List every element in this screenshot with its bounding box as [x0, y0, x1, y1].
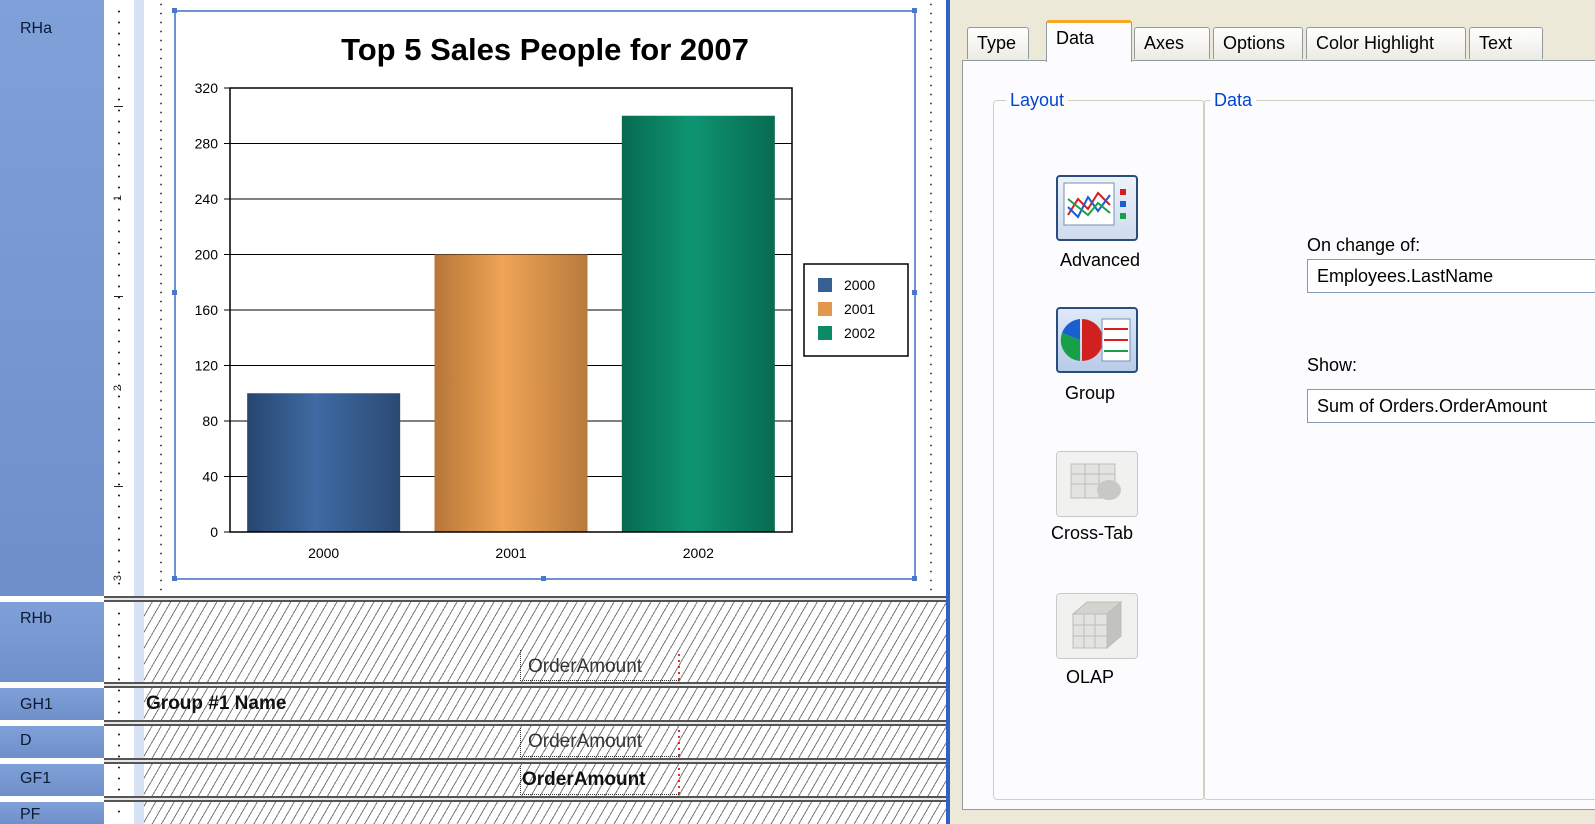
field-marker [678, 728, 680, 756]
bar-2000 [247, 393, 401, 532]
legend-swatch [818, 326, 832, 340]
guide-line [160, 0, 162, 596]
section-label: GH1 [20, 696, 53, 713]
section-pf-gutter[interactable]: PF [0, 802, 104, 824]
legend-label: 2000 [844, 277, 875, 293]
order-amount-total-field[interactable]: OrderAmount [522, 769, 646, 791]
advanced-label: Advanced [1059, 250, 1141, 270]
x-tick-label: 2001 [495, 545, 526, 561]
show-field[interactable]: Sum of Orders.OrderAmount [1307, 389, 1595, 423]
layout-group-title: Layout [1006, 90, 1069, 111]
advanced-layout-button[interactable] [1056, 175, 1138, 241]
ruler-tick [114, 296, 123, 297]
legend-label: 2001 [844, 301, 875, 317]
ruler-dots [118, 608, 120, 818]
data-group: Data On change of: Employees.LastName Sh… [1203, 90, 1595, 800]
on-change-of-field[interactable]: Employees.LastName [1307, 259, 1595, 293]
x-axis-ticks: 2000 2001 2002 [308, 545, 714, 561]
on-change-of-label: On change of: [1307, 235, 1421, 255]
show-label: Show: [1307, 355, 1358, 375]
y-tick-label: 40 [202, 469, 218, 485]
olap-icon [1071, 600, 1123, 650]
section-gf1-gutter[interactable]: GF1 [0, 764, 104, 796]
section-label: GF1 [20, 770, 52, 787]
group-chart-icon [1060, 318, 1131, 362]
bars [247, 115, 775, 532]
ruler-dots [118, 6, 120, 590]
report-designer[interactable]: RHa RHb GH1 D GF1 PF 1 2 3 Top 5 Sales P… [0, 0, 946, 824]
y-tick-label: 160 [195, 302, 219, 318]
field-marker [678, 652, 680, 680]
chart-legend: 2000 2001 2002 [803, 263, 909, 357]
data-group-title: Data [1210, 90, 1257, 111]
y-tick-label: 0 [210, 524, 218, 540]
cross-tab-layout-button[interactable] [1056, 451, 1138, 517]
section-rha-gutter[interactable]: RHa [0, 0, 104, 596]
vertical-ruler: 1 2 3 [104, 0, 134, 596]
order-amount-field[interactable]: OrderAmount [528, 656, 642, 678]
x-tick-label: 2002 [683, 545, 714, 561]
y-tick-label: 240 [195, 191, 219, 207]
chart-title: Top 5 Sales People for 2007 [341, 32, 749, 67]
y-tick-label: 200 [195, 247, 219, 263]
bar-2001 [434, 254, 588, 532]
section-pf-body[interactable] [144, 802, 946, 824]
ruler-number: 1 [112, 194, 125, 202]
tab-color-highlight[interactable]: Color Highlight [1306, 27, 1466, 59]
guide-line [930, 0, 932, 596]
group-name-field[interactable]: Group #1 Name [146, 693, 286, 715]
layout-group: Layout Advanced Group Cross-Tab OLAP [993, 90, 1205, 800]
section-label: D [20, 732, 32, 749]
tab-options[interactable]: Options [1213, 27, 1303, 59]
data-tab-panel: Layout Advanced Group Cross-Tab OLAP Dat… [962, 60, 1595, 810]
y-tick-label: 120 [195, 358, 219, 374]
legend-label: 2002 [844, 325, 875, 341]
ruler-number: 2 [112, 384, 125, 392]
section-label: PF [20, 806, 41, 823]
tab-type[interactable]: Type [967, 27, 1029, 59]
bar-2002 [621, 115, 775, 532]
y-tick-label: 320 [195, 80, 219, 96]
olap-layout-button[interactable] [1056, 593, 1138, 659]
group-label: Group [1064, 383, 1116, 403]
tab-text[interactable]: Text [1469, 27, 1543, 59]
group-layout-button[interactable] [1056, 307, 1138, 373]
bar-chart: Top 5 Sales People for 2007 0 40 80 120 160 2… [195, 32, 909, 561]
olap-label: OLAP [1065, 667, 1115, 687]
vertical-ruler-lower [104, 602, 134, 824]
x-tick-label: 2000 [308, 545, 339, 561]
ruler-tick [114, 486, 123, 487]
y-tick-label: 80 [202, 413, 218, 429]
tab-axes[interactable]: Axes [1134, 27, 1210, 59]
canvas-margin [134, 602, 144, 824]
advanced-chart-icon [1063, 182, 1126, 226]
ruler-number: 3 [112, 574, 125, 582]
tab-data[interactable]: Data [1046, 20, 1132, 62]
section-label: RHb [20, 610, 53, 627]
order-amount-field[interactable]: OrderAmount [528, 731, 642, 753]
canvas-margin [134, 0, 144, 596]
y-axis-ticks: 0 40 80 120 160 200 240 280 320 [195, 80, 230, 540]
legend-swatch [818, 278, 832, 292]
ruler-tick [114, 106, 123, 107]
cross-tab-label: Cross-Tab [1050, 523, 1134, 543]
field-marker [678, 766, 680, 794]
legend-swatch [818, 302, 832, 316]
y-tick-label: 280 [195, 136, 219, 152]
cross-tab-icon [1070, 463, 1121, 500]
section-d-gutter[interactable]: D [0, 726, 104, 758]
section-label: RHa [20, 20, 53, 37]
section-gh1-gutter[interactable]: GH1 [0, 688, 104, 720]
section-rhb-gutter[interactable]: RHb [0, 602, 104, 682]
